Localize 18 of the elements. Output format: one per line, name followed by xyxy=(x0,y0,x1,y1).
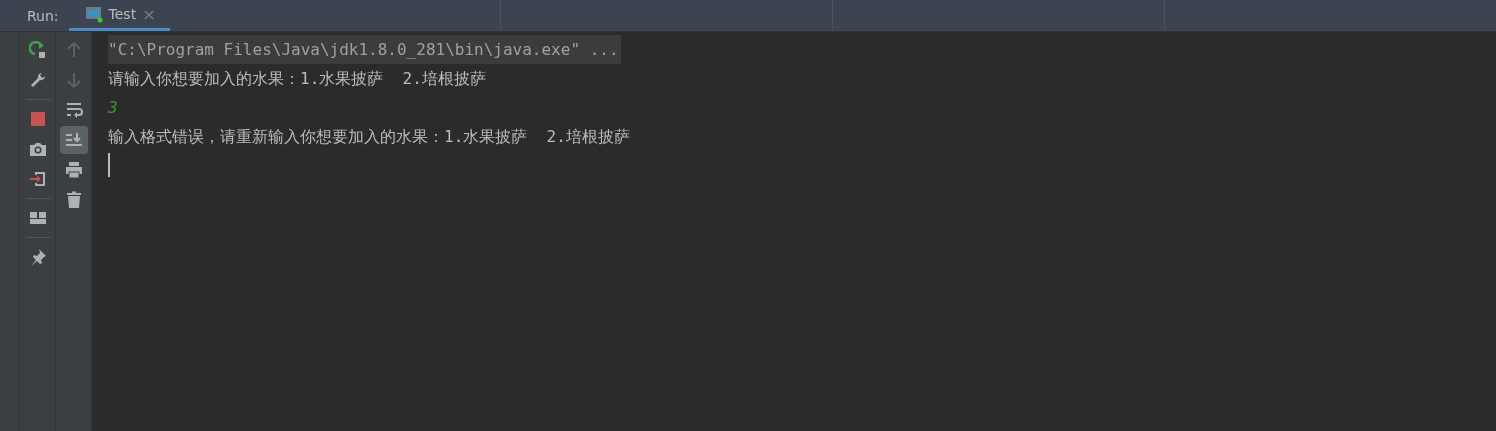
console-output: 请输入你想要加入的水果：1.水果披萨 2.培根披萨 xyxy=(108,69,486,88)
printer-icon xyxy=(64,161,83,179)
soft-wrap-icon xyxy=(64,101,83,119)
rerun-icon xyxy=(28,41,47,59)
console-command: "C:\Program Files\Java\jdk1.8.0_281\bin\java.exe" ... xyxy=(108,35,621,64)
scroll-to-end-icon xyxy=(64,131,83,149)
scroll-to-end-button[interactable] xyxy=(59,126,88,154)
pin-icon xyxy=(28,248,47,266)
typed-input-text: 3 xyxy=(108,98,118,117)
trash-icon xyxy=(64,191,83,209)
layout-icon xyxy=(28,209,47,227)
run-label: Run: xyxy=(26,6,60,26)
camera-icon xyxy=(28,140,47,158)
exit-icon xyxy=(28,170,47,188)
console-window-icon xyxy=(84,5,103,23)
stop-icon xyxy=(28,110,47,128)
down-arrow-icon xyxy=(64,71,83,89)
console-output: 输入格式错误，请重新输入你想要加入的水果：1.水果披萨 2.培根披萨 xyxy=(108,127,630,146)
